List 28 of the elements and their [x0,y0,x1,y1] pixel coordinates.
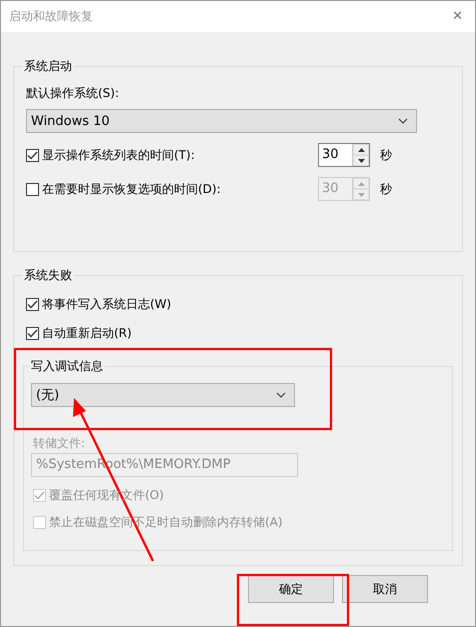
checkbox-label: 在需要时显示恢复选项的时间(D): [42,180,222,198]
chevron-down-icon [398,118,408,124]
number-spinner[interactable]: 30 [318,143,370,167]
window-title: 启动和故障恢复 [9,8,93,25]
group-title: 系统失败 [23,267,73,284]
spin-down-button[interactable] [353,155,369,166]
dialog-button[interactable]: 确定 [248,575,334,603]
checkbox-label: 自动重新启动(R) [42,324,132,342]
close-button[interactable]: ✕ [448,9,467,24]
checkbox-label: 显示操作系统列表的时间(T): [42,146,196,164]
chevron-down-icon [276,392,286,398]
group-title: 系统启动 [23,58,73,75]
group-title: 写入调试信息 [30,358,104,375]
checkbox[interactable] [26,148,39,162]
spin-up-button[interactable] [353,144,369,155]
unit-label: 秒 [380,146,392,164]
field-label: 转储文件: [33,435,86,452]
field-label: 默认操作系统(S): [26,85,120,102]
checkbox[interactable] [26,326,39,340]
triangle-up-icon [358,182,364,186]
dialog-button[interactable]: 取消 [342,575,428,603]
triangle-down-icon [358,192,364,196]
triangle-down-icon [358,158,364,162]
checkbox-label: 将事件写入系统日志(W) [42,296,172,312]
triangle-up-icon [358,148,364,152]
os-dropdown[interactable]: Windows 10 [26,109,417,133]
unit-label: 秒 [380,180,392,198]
checkbox[interactable] [26,298,39,310]
